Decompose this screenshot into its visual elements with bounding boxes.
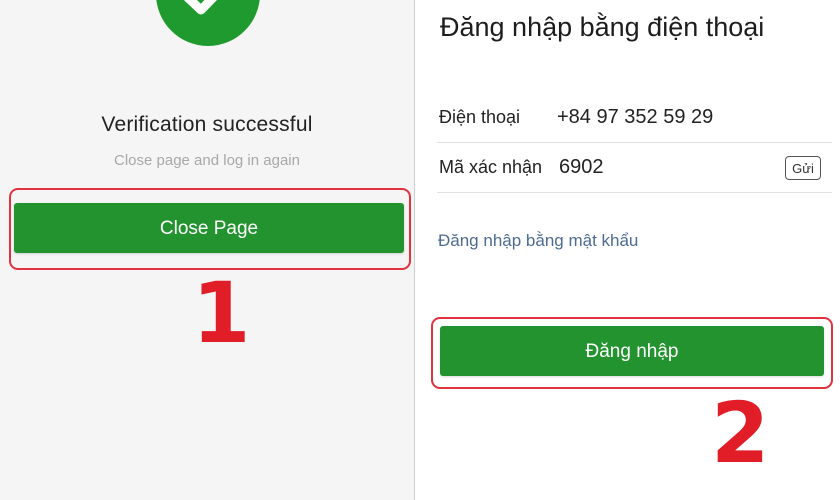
phone-field[interactable]: +84 97 352 59 29	[557, 106, 713, 129]
verification-title: Verification successful	[101, 113, 313, 136]
verification-panel: Verification successful Close page and l…	[0, 0, 415, 500]
page-title: Đăng nhập bằng điện thoại	[440, 12, 765, 42]
phone-label: Điện thoại	[439, 107, 521, 127]
phone-login-panel: Đăng nhập bằng điện thoại Điện thoại +84…	[415, 0, 840, 500]
login-button[interactable]: Đăng nhập	[440, 326, 824, 376]
phone-row[interactable]: Điện thoại +84 97 352 59 29	[437, 94, 832, 143]
verification-subtitle: Close page and log in again	[114, 152, 300, 169]
verification-code-field[interactable]: 6902	[559, 156, 604, 179]
step-number-1: 1	[192, 264, 251, 362]
step-number-2: 2	[711, 384, 770, 482]
code-row[interactable]: Mã xác nhận 6902 Gửi	[437, 144, 832, 193]
close-page-button[interactable]: Close Page	[14, 203, 404, 253]
send-code-button[interactable]: Gửi	[785, 156, 821, 180]
code-label: Mã xác nhận	[439, 157, 543, 177]
checkmark-icon	[156, 0, 260, 46]
password-login-link[interactable]: Đăng nhập bằng mật khẩu	[438, 231, 638, 251]
